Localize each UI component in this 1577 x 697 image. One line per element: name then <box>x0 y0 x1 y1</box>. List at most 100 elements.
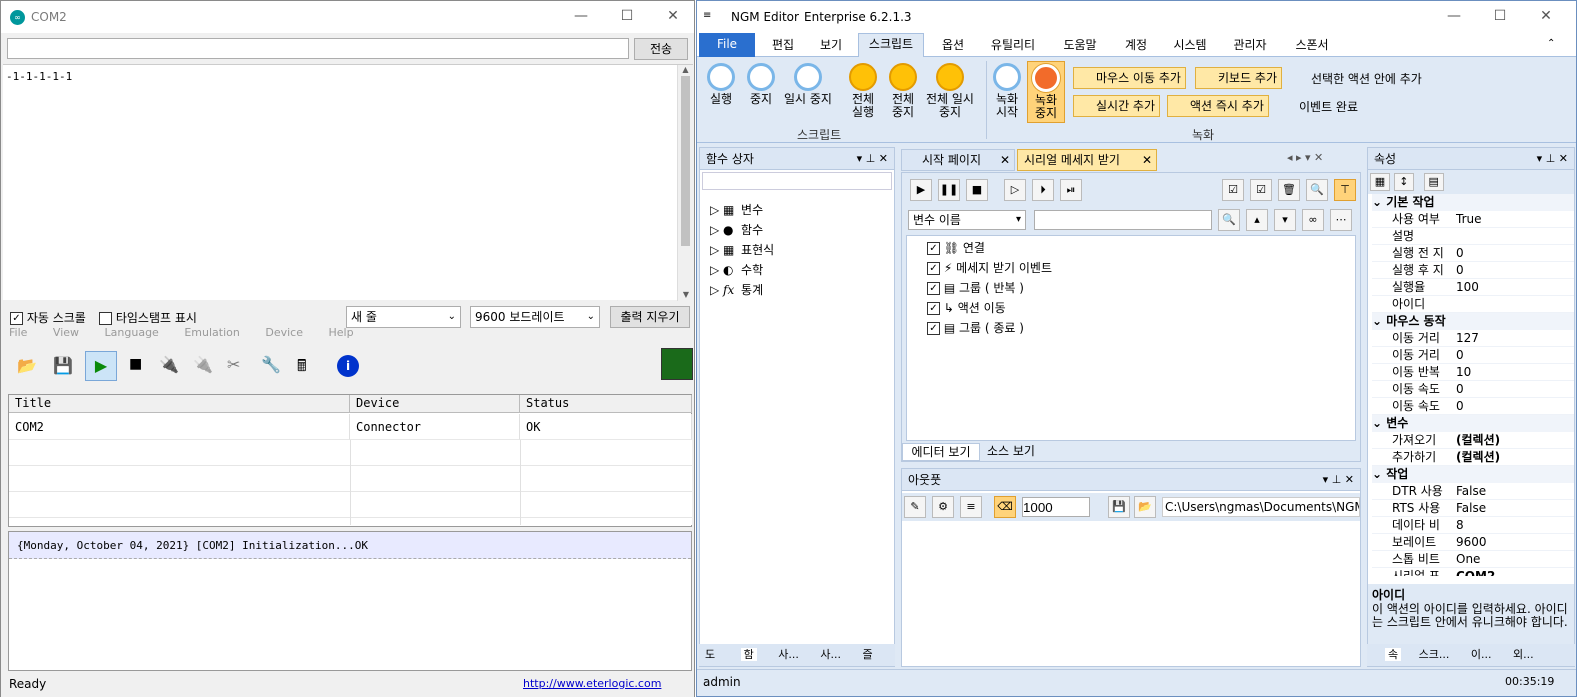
property-category[interactable]: ⌄ 마우스 동작 <box>1372 313 1574 330</box>
tree-view-icon[interactable]: ⊤ <box>1334 179 1356 201</box>
file-settings-icon[interactable]: ⚙ <box>932 496 954 518</box>
delete-icon[interactable]: 🗑 <box>1278 179 1300 201</box>
panel-controls-icon[interactable]: ▾ ⊥ ✕ <box>857 148 888 170</box>
table-row[interactable]: COM2 Connector OK <box>9 414 692 440</box>
menu-view[interactable]: View <box>53 328 79 339</box>
file-tab[interactable]: File <box>699 33 755 57</box>
action-item-connect[interactable]: ✓ ⛓ 연결 <box>907 238 1355 258</box>
menu-emulation[interactable]: Emulation <box>184 328 240 339</box>
stop-icon[interactable]: ■ <box>129 356 142 372</box>
menu-file[interactable]: File <box>9 328 27 339</box>
event-complete-button[interactable]: 이벤트 완료 <box>1281 98 1358 115</box>
run-selected-icon[interactable]: ⏵ <box>1032 179 1054 201</box>
categorized-icon[interactable]: ▦ <box>1370 173 1390 191</box>
minimize-button[interactable]: — <box>1431 1 1477 33</box>
tab-sponsor[interactable]: 스폰서 <box>1289 35 1335 57</box>
action-item-group-repeat[interactable]: ✓ ▤ 그룹 ( 반복 ) <box>907 278 1355 298</box>
add-device-icon[interactable]: 🔌 <box>159 355 179 374</box>
prop-bottom-tab-4[interactable]: 외... <box>1513 648 1534 661</box>
doc-tab-start-page[interactable]: 시작 페이지 ✕ <box>901 149 1015 171</box>
play-icon[interactable]: ▶ <box>910 179 932 201</box>
stop-all-button[interactable]: 전체 중지 <box>883 63 923 119</box>
eterlogic-link[interactable]: http://www.eterlogic.com <box>523 677 661 690</box>
stop-icon[interactable]: ■ <box>966 179 988 201</box>
output-count-input[interactable] <box>1022 497 1090 517</box>
property-row[interactable]: 이동 반복 10 <box>1372 364 1574 381</box>
move-up-icon[interactable]: ▴ <box>1246 209 1268 231</box>
run-from-icon[interactable]: ⏯ <box>1060 179 1082 201</box>
property-category[interactable]: ⌄ 변수 <box>1372 415 1574 432</box>
prop-bottom-tab-2[interactable]: 스크... <box>1419 648 1450 661</box>
panel-controls-icon[interactable]: ▾ ⊥ ✕ <box>1323 469 1354 491</box>
maximize-button[interactable]: ☐ <box>1477 1 1523 33</box>
tab-editor-view[interactable]: 에디터 보기 <box>902 443 980 461</box>
list-icon[interactable]: ≡ <box>960 496 982 518</box>
open-folder-icon[interactable]: 📂 <box>17 356 37 375</box>
property-row[interactable]: 스톱 비트 One <box>1372 551 1574 568</box>
action-item-group-end[interactable]: ✓ ▤ 그룹 ( 종료 ) <box>907 318 1355 338</box>
stop-button[interactable]: 중지 <box>741 63 781 106</box>
eraser-icon[interactable]: ⌫ <box>994 496 1016 518</box>
add-mouse-move-button[interactable]: 마우스 이동 추가 <box>1073 67 1186 89</box>
property-row[interactable]: 이동 거리 0 <box>1372 347 1574 364</box>
tree-item-expression[interactable]: ▷ ▦ 표현식 <box>710 240 894 260</box>
doc-tab-controls-icon[interactable]: ◂ ▸ ▾ ✕ <box>1287 151 1323 164</box>
tab-help[interactable]: 도움말 <box>1055 35 1105 57</box>
step-play-icon[interactable]: ▷ <box>1004 179 1026 201</box>
action-item-receive-event[interactable]: ✓ ⚡ 메세지 받기 이벤트 <box>907 258 1355 278</box>
add-keyboard-button[interactable]: 키보드 추가 <box>1195 67 1283 89</box>
remove-all-icon[interactable]: 🔧 <box>261 355 281 374</box>
check-icon[interactable]: ✓ <box>927 302 940 315</box>
add-action-now-button[interactable]: 액션 즉시 추가 <box>1167 95 1269 117</box>
tab-account[interactable]: 계정 <box>1118 35 1154 57</box>
move-down-icon[interactable]: ▾ <box>1274 209 1296 231</box>
play-icon[interactable]: ▶ <box>85 351 117 381</box>
menu-help[interactable]: Help <box>328 328 353 339</box>
tab-script[interactable]: 스크립트 <box>858 33 924 57</box>
minimize-button[interactable]: — <box>558 1 604 33</box>
tree-item-variable[interactable]: ▷ ▦ 변수 <box>710 200 894 220</box>
variable-select[interactable]: 변수 이름 ▾ <box>908 210 1026 230</box>
device-properties-icon[interactable]: 🔌 <box>193 355 213 374</box>
clear-output-button[interactable]: 출력 지우기 <box>610 306 690 328</box>
tab-options[interactable]: 옵션 <box>935 35 971 57</box>
autoscroll-checkbox[interactable]: ✓ 자동 스크롤 <box>10 309 86 326</box>
add-realtime-button[interactable]: 실시간 추가 <box>1073 95 1161 117</box>
collapse-ribbon-icon[interactable]: ⌃ <box>1547 38 1555 49</box>
property-row[interactable]: 가져오기 (컬렉션) <box>1372 432 1574 449</box>
settings-icon[interactable]: 🖩 <box>297 355 307 382</box>
check-icon[interactable]: ✓ <box>927 282 940 295</box>
send-input[interactable] <box>7 38 629 59</box>
broom-icon[interactable]: ✎ <box>904 496 926 518</box>
col-status[interactable]: Status <box>520 395 692 413</box>
pause-button[interactable]: 일시 중지 <box>781 63 835 106</box>
menu-device[interactable]: Device <box>265 328 303 339</box>
bottom-tab-2[interactable]: 함 <box>740 648 757 661</box>
tab-utility[interactable]: 유틸리티 <box>984 35 1042 57</box>
remove-device-icon[interactable]: ✂ <box>227 355 240 374</box>
prop-bottom-tab-3[interactable]: 이... <box>1471 648 1492 661</box>
check-icon[interactable]: ✓ <box>927 242 940 255</box>
run-button[interactable]: 실행 <box>701 63 741 106</box>
output-scrollbar[interactable]: ▲ ▼ <box>677 65 693 301</box>
info-icon[interactable]: i <box>337 355 359 377</box>
search-icon[interactable]: 🔍 <box>1218 209 1240 231</box>
property-row[interactable]: 이동 거리 127 <box>1372 330 1574 347</box>
timestamp-checkbox[interactable]: 타임스탬프 표시 <box>99 309 197 326</box>
tab-view[interactable]: 보기 <box>813 35 849 57</box>
check-icon[interactable]: ☑ <box>1250 179 1272 201</box>
tree-item-statistics[interactable]: ▷ fx 통계 <box>710 280 894 300</box>
tree-item-function[interactable]: ▷ ● 함수 <box>710 220 894 240</box>
property-row[interactable]: 이동 속도 0 <box>1372 381 1574 398</box>
infinite-icon[interactable]: ∞ <box>1302 209 1324 231</box>
tab-edit[interactable]: 편집 <box>765 35 801 57</box>
quick-access-menu-icon[interactable]: ≡ <box>703 10 711 21</box>
editor-search-input[interactable] <box>1034 210 1212 230</box>
tab-system[interactable]: 시스템 <box>1167 35 1213 57</box>
check-all-icon[interactable]: ☑ <box>1222 179 1244 201</box>
record-stop-button[interactable]: 녹화 중지 <box>1027 61 1065 123</box>
property-pages-icon[interactable]: ▤ <box>1423 173 1444 191</box>
record-start-button[interactable]: 녹화 시작 <box>987 63 1027 119</box>
property-row[interactable]: 실행 후 지 0 <box>1372 262 1574 279</box>
property-row[interactable]: RTS 사용 False <box>1372 500 1574 517</box>
